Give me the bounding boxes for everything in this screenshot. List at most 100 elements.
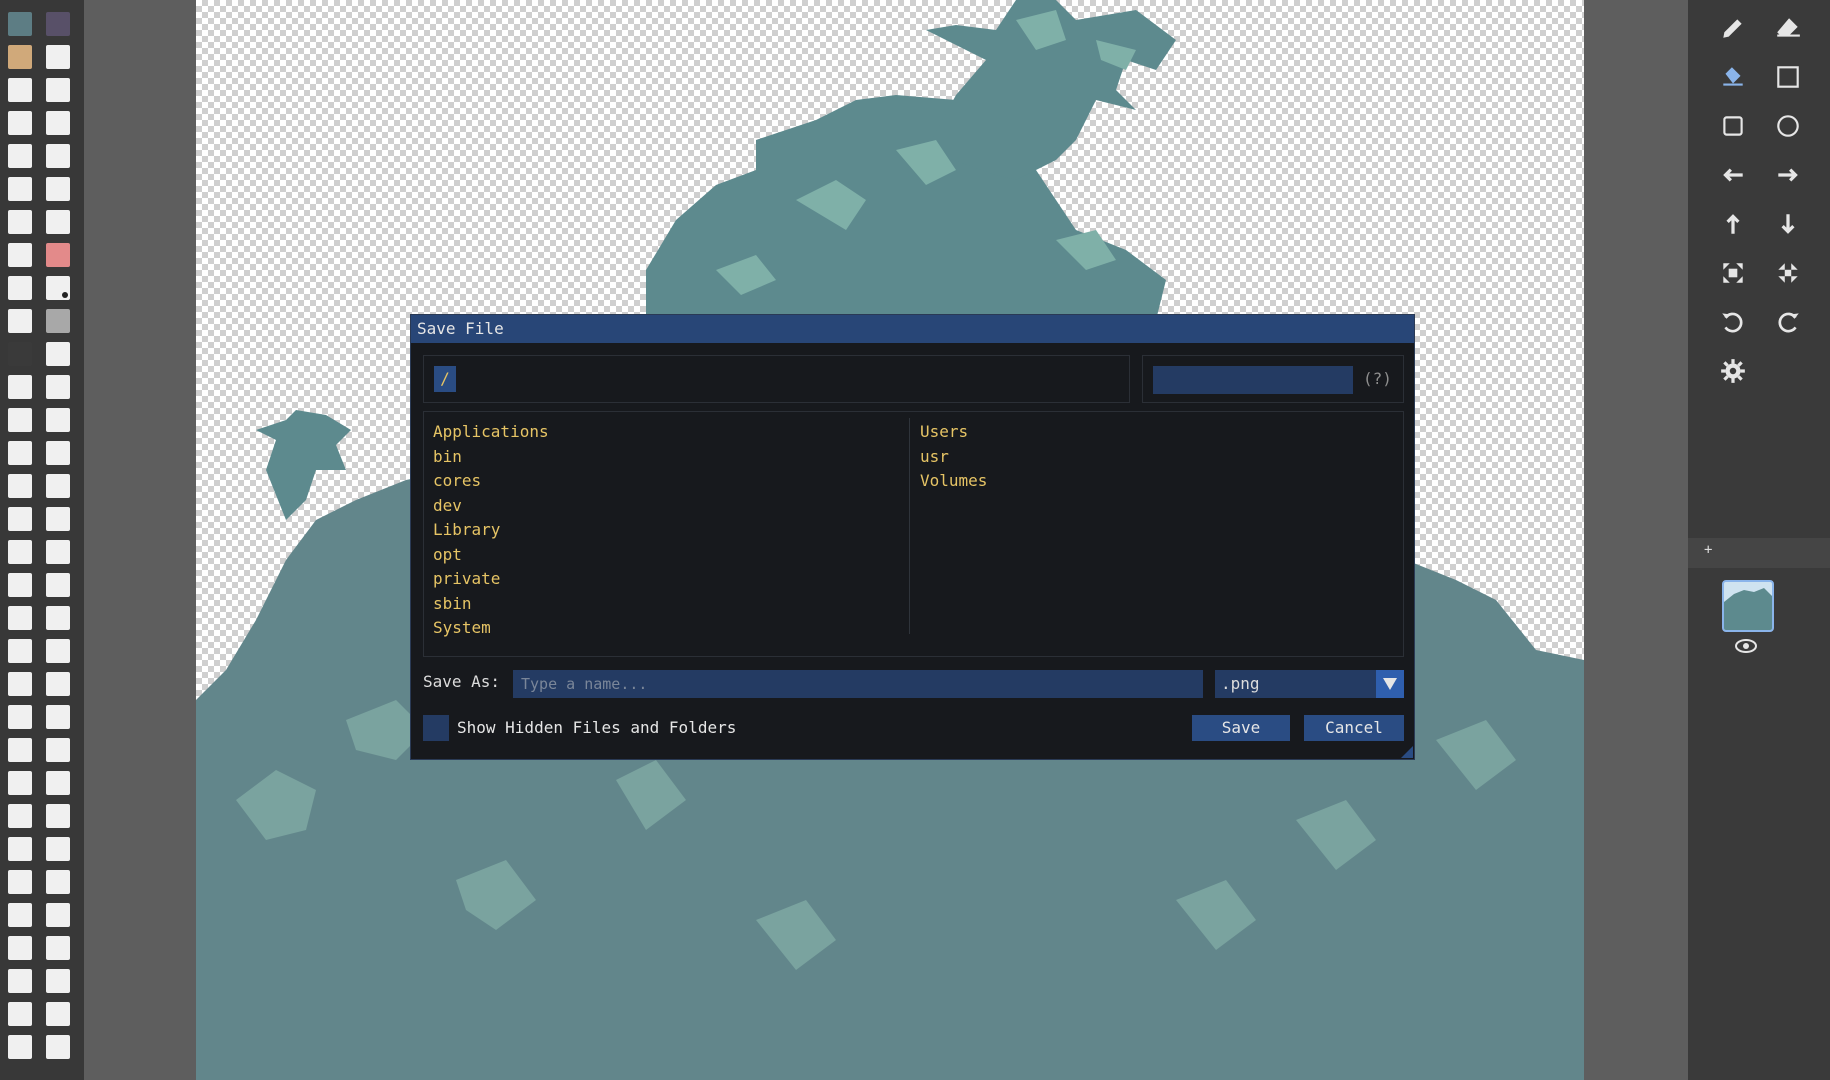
palette-swatch[interactable] (8, 408, 32, 432)
palette-swatch[interactable] (8, 177, 32, 201)
layer-thumbnail[interactable] (1722, 580, 1774, 632)
palette-swatch[interactable] (8, 573, 32, 597)
palette-swatch[interactable] (8, 738, 32, 762)
palette-swatch[interactable] (46, 573, 70, 597)
palette-swatch[interactable] (46, 474, 70, 498)
palette-swatch[interactable] (46, 210, 70, 234)
folder-item[interactable]: Library (433, 518, 549, 543)
palette-swatch[interactable] (8, 837, 32, 861)
palette-swatch[interactable] (46, 408, 70, 432)
palette-swatch[interactable] (8, 1035, 32, 1059)
cancel-button[interactable]: Cancel (1304, 715, 1404, 741)
palette-swatch[interactable] (46, 342, 70, 366)
folder-item[interactable]: Volumes (920, 469, 987, 494)
palette-swatch[interactable] (8, 111, 32, 135)
shift-down-tool[interactable] (1768, 204, 1808, 244)
select-tool[interactable] (1768, 57, 1808, 97)
palette-swatch[interactable] (8, 639, 32, 663)
fill-tool[interactable] (1713, 57, 1753, 97)
palette-swatch[interactable] (46, 672, 70, 696)
palette-swatch[interactable] (8, 342, 32, 366)
palette-swatch[interactable] (8, 474, 32, 498)
help-marker[interactable]: (?) (1363, 366, 1392, 392)
resize-grip[interactable] (1401, 746, 1413, 758)
rectangle-tool[interactable] (1713, 106, 1753, 146)
palette-swatch[interactable] (46, 45, 70, 69)
palette-swatch[interactable] (8, 705, 32, 729)
palette-swatch[interactable] (46, 309, 70, 333)
palette-swatch[interactable] (46, 375, 70, 399)
folder-item[interactable]: System (433, 616, 549, 641)
palette-swatch[interactable] (46, 870, 70, 894)
palette-swatch[interactable] (8, 540, 32, 564)
zoom-out-tool[interactable] (1768, 253, 1808, 293)
palette-swatch[interactable] (46, 705, 70, 729)
palette-swatch[interactable] (8, 309, 32, 333)
palette-swatch[interactable] (8, 903, 32, 927)
palette-swatch[interactable] (8, 969, 32, 993)
palette-swatch[interactable] (8, 144, 32, 168)
palette-swatch[interactable] (46, 969, 70, 993)
folder-item[interactable]: sbin (433, 592, 549, 617)
folder-item[interactable]: bin (433, 445, 549, 470)
undo-tool[interactable] (1713, 302, 1753, 342)
redo-tool[interactable] (1768, 302, 1808, 342)
palette-swatch[interactable] (8, 78, 32, 102)
settings-tool[interactable] (1713, 351, 1753, 391)
ellipse-tool[interactable] (1768, 106, 1808, 146)
folder-item[interactable]: cores (433, 469, 549, 494)
palette-swatch[interactable] (46, 738, 70, 762)
palette-swatch[interactable] (46, 540, 70, 564)
palette-swatch[interactable] (46, 1035, 70, 1059)
eraser-tool[interactable] (1768, 8, 1808, 48)
folder-item[interactable]: Users (920, 420, 987, 445)
palette-swatch[interactable] (8, 672, 32, 696)
show-hidden-checkbox[interactable] (423, 715, 449, 741)
palette-swatch[interactable] (46, 507, 70, 531)
palette-swatch[interactable] (8, 1002, 32, 1026)
palette-swatch[interactable] (46, 1002, 70, 1026)
palette-swatch[interactable] (8, 243, 32, 267)
palette-swatch[interactable] (46, 78, 70, 102)
palette-swatch[interactable] (8, 45, 32, 69)
zoom-in-tool[interactable] (1713, 253, 1753, 293)
folder-item[interactable]: usr (920, 445, 987, 470)
palette-swatch[interactable] (8, 12, 32, 36)
pencil-tool[interactable] (1713, 8, 1753, 48)
palette-swatch[interactable] (46, 441, 70, 465)
shift-left-tool[interactable] (1713, 155, 1753, 195)
palette-swatch[interactable] (46, 144, 70, 168)
shift-right-tool[interactable] (1768, 155, 1808, 195)
palette-swatch[interactable] (8, 936, 32, 960)
palette-swatch[interactable] (8, 606, 32, 630)
palette-swatch[interactable] (46, 771, 70, 795)
palette-swatch[interactable] (46, 903, 70, 927)
filename-input[interactable] (513, 670, 1203, 698)
eye-icon[interactable] (1732, 636, 1760, 656)
palette-swatch[interactable] (46, 243, 70, 267)
palette-swatch[interactable] (46, 12, 70, 36)
save-button[interactable]: Save (1192, 715, 1290, 741)
palette-swatch[interactable] (8, 441, 32, 465)
chevron-down-icon[interactable] (1376, 670, 1404, 698)
palette-swatch[interactable] (8, 276, 32, 300)
palette-swatch[interactable] (46, 606, 70, 630)
extension-select[interactable]: .png (1215, 670, 1404, 698)
palette-swatch[interactable] (46, 276, 70, 300)
folder-item[interactable]: Applications (433, 420, 549, 445)
palette-swatch[interactable] (46, 837, 70, 861)
palette-swatch[interactable] (8, 870, 32, 894)
palette-swatch[interactable] (8, 375, 32, 399)
add-layer-button[interactable]: + (1704, 542, 1712, 558)
palette-swatch[interactable] (46, 639, 70, 663)
palette-swatch[interactable] (8, 507, 32, 531)
search-input[interactable] (1153, 366, 1353, 394)
palette-swatch[interactable] (8, 210, 32, 234)
palette-swatch[interactable] (8, 771, 32, 795)
palette-swatch[interactable] (8, 804, 32, 828)
palette-swatch[interactable] (46, 177, 70, 201)
folder-item[interactable]: dev (433, 494, 549, 519)
palette-swatch[interactable] (46, 936, 70, 960)
path-root-button[interactable]: / (434, 366, 456, 392)
shift-up-tool[interactable] (1713, 204, 1753, 244)
